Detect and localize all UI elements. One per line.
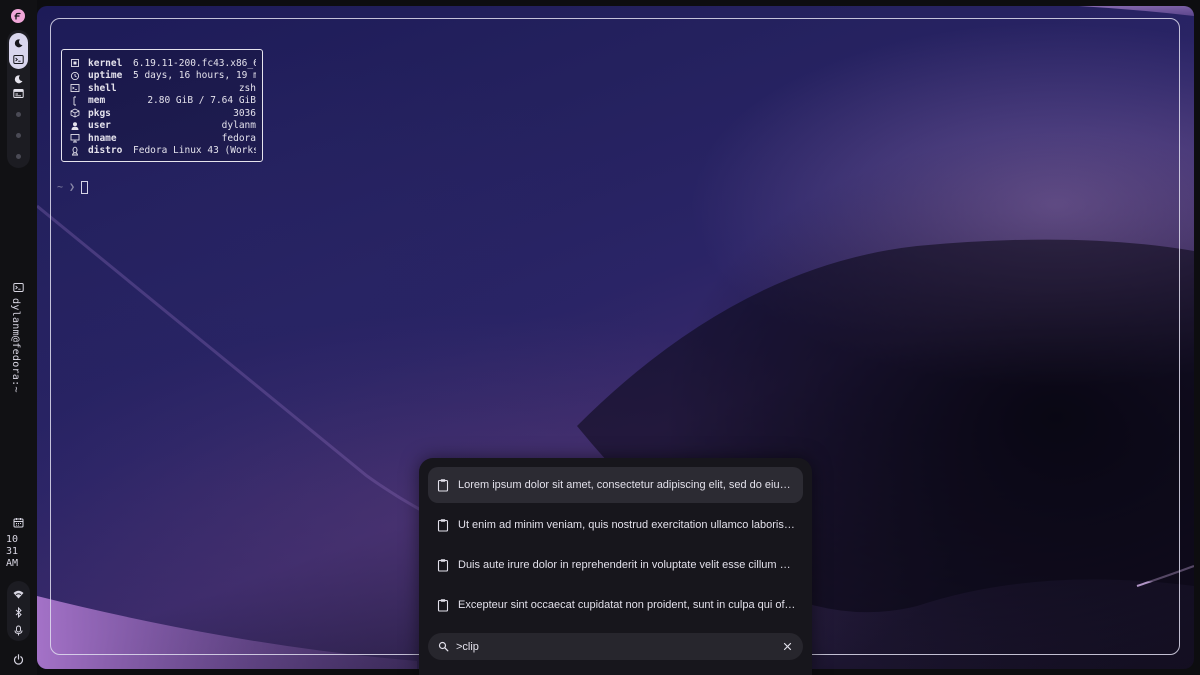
launcher-search-input[interactable] — [456, 640, 777, 653]
moon-icon[interactable] — [13, 74, 24, 85]
screen: dylanm@fedora:~ 10 31 AM kernel 6.19.11-… — [0, 0, 1200, 675]
status-tray — [7, 581, 30, 641]
search-icon — [438, 641, 449, 652]
fetch-value: 2.80 GiB / 7.64 GiB — [147, 95, 256, 106]
microphone-icon[interactable] — [13, 625, 24, 636]
clock-icon — [70, 71, 80, 80]
browser-window-icon[interactable] — [13, 88, 24, 99]
clipboard-item-text: Lorem ipsum dolor sit amet, consectetur … — [458, 479, 796, 491]
fetch-key: hname — [88, 132, 117, 144]
fetch-row-kernel: kernel 6.19.11-200.fc43.x86_6 — [70, 57, 256, 69]
launcher-search-bar — [428, 633, 803, 660]
fetch-row-pkgs: pkgs 3036 — [70, 107, 256, 119]
fetch-key: kernel — [88, 57, 123, 69]
fetch-value: zsh — [238, 82, 256, 94]
clipboard-item[interactable]: Lorem ipsum dolor sit amet, consectetur … — [428, 467, 803, 503]
wifi-icon[interactable] — [13, 589, 24, 600]
clipboard-item-text: Excepteur sint occaecat cupidatat non pr… — [458, 599, 796, 611]
moon-icon — [14, 39, 23, 48]
fetch-key: user — [88, 120, 111, 131]
close-icon[interactable] — [783, 642, 792, 651]
power-icon[interactable] — [13, 654, 24, 665]
clipboard-item-text: Ut enim ad minim veniam, quis nostrud ex… — [458, 519, 796, 531]
prompt-text: ~ ❯ — [57, 182, 76, 193]
clock[interactable]: 10 31 AM — [6, 534, 32, 570]
fetch-value: 6.19.11-200.fc43.x86_6 — [133, 57, 256, 69]
terminal-cursor — [81, 181, 89, 194]
clock-hour: 10 — [6, 534, 19, 545]
fetch-key: mem — [88, 95, 106, 106]
fetch-row-distro: distro Fedora Linux 43 (Works — [70, 145, 256, 157]
clipboard-launcher: Lorem ipsum dolor sit amet, consectetur … — [419, 458, 812, 675]
fetch-row-user: user dylanm — [70, 120, 256, 132]
fedora-logo-icon[interactable] — [11, 9, 25, 23]
fetch-value: dylanm — [221, 120, 256, 131]
workspace-1-active[interactable] — [9, 33, 28, 69]
workspace-dot[interactable] — [16, 133, 21, 138]
fetch-row-shell: shell zsh — [70, 82, 256, 94]
bluetooth-icon[interactable] — [13, 607, 24, 618]
clipboard-icon — [437, 479, 449, 492]
clipboard-item-text: Duis aute irure dolor in reprehenderit i… — [458, 559, 796, 571]
clock-minute: 31 — [6, 546, 19, 557]
clipboard-icon — [437, 599, 449, 612]
fetch-key: shell — [88, 82, 117, 94]
active-window-title: dylanm@fedora:~ — [10, 298, 21, 393]
monitor-icon — [70, 134, 80, 143]
workspace-dot[interactable] — [16, 154, 21, 159]
fetch-value: 5 days, 16 hours, 19 m — [133, 70, 256, 81]
calendar-icon[interactable] — [13, 517, 24, 528]
fetch-key: pkgs — [88, 107, 111, 119]
fetch-value: Fedora Linux 43 (Works — [133, 145, 256, 156]
terminal-icon — [70, 84, 80, 92]
clock-ampm: AM — [6, 558, 19, 569]
fetch-key: uptime — [88, 70, 123, 81]
cpu-icon — [71, 59, 79, 67]
workspace-dot[interactable] — [16, 112, 21, 117]
fetch-value: 3036 — [233, 107, 256, 119]
terminal-window-icon — [13, 283, 24, 292]
clipboard-icon — [437, 519, 449, 532]
fetch-row-mem: mem 2.80 GiB / 7.64 GiB — [70, 95, 256, 107]
clipboard-icon — [437, 559, 449, 572]
fetch-value: fedora — [221, 132, 256, 144]
linux-icon — [71, 146, 79, 155]
terminal-app-icon — [13, 55, 24, 64]
fastfetch-box: kernel 6.19.11-200.fc43.x86_6 uptime 5 d… — [61, 49, 263, 162]
clipboard-item[interactable]: Duis aute irure dolor in reprehenderit i… — [428, 547, 803, 583]
side-bar: dylanm@fedora:~ 10 31 AM — [0, 0, 37, 675]
clipboard-item[interactable]: Excepteur sint occaecat cupidatat non pr… — [428, 587, 803, 623]
fetch-row-hname: hname fedora — [70, 132, 256, 144]
clipboard-item[interactable]: Ut enim ad minim veniam, quis nostrud ex… — [428, 507, 803, 543]
workspace-switcher — [7, 30, 30, 168]
user-icon — [71, 121, 79, 130]
memory-icon — [73, 96, 76, 105]
fetch-row-uptime: uptime 5 days, 16 hours, 19 m — [70, 70, 256, 82]
package-icon — [70, 108, 80, 118]
shell-prompt[interactable]: ~ ❯ — [57, 181, 89, 194]
fetch-key: distro — [88, 145, 123, 156]
